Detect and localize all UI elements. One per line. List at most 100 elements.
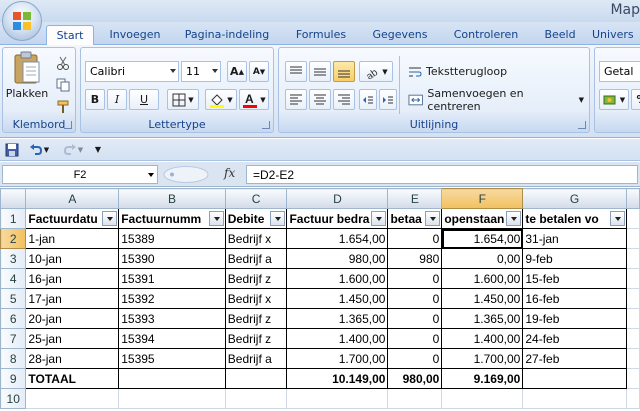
cell[interactable]: 15393 — [118, 308, 226, 329]
tab-beeld[interactable]: Beeld — [536, 25, 584, 45]
merge-center-button[interactable]: Samenvoegen en centreren ▼ — [405, 87, 585, 113]
cell[interactable]: 15395 — [118, 348, 226, 369]
cell[interactable] — [118, 368, 226, 389]
cell[interactable]: 0 — [387, 228, 443, 249]
align-bottom-button[interactable] — [333, 61, 355, 82]
alignment-dialog-launcher[interactable] — [578, 121, 586, 129]
cell[interactable]: 1.365,00 — [441, 308, 524, 329]
cell[interactable] — [522, 388, 627, 409]
filter-dropdown-icon[interactable] — [371, 211, 387, 226]
format-painter-button[interactable] — [53, 96, 73, 117]
cell[interactable]: 1.365,00 — [286, 308, 389, 329]
decrease-indent-button[interactable] — [359, 89, 377, 110]
header-cell[interactable]: Debite — [224, 208, 288, 229]
filter-dropdown-icon[interactable] — [102, 211, 118, 226]
cell[interactable]: 15389 — [118, 228, 226, 249]
cell[interactable]: 0 — [387, 268, 443, 289]
cell[interactable]: 980 — [387, 248, 443, 269]
column-header-d[interactable]: D — [286, 188, 389, 209]
filter-dropdown-icon[interactable] — [425, 211, 441, 226]
cell[interactable] — [625, 308, 640, 329]
cell[interactable] — [25, 388, 120, 409]
underline-button[interactable]: U — [129, 89, 159, 110]
cell[interactable]: 15390 — [118, 248, 226, 269]
name-box[interactable]: F2 — [2, 165, 158, 184]
total-label-cell[interactable]: TOTAAL — [25, 368, 120, 389]
cell[interactable] — [441, 388, 524, 409]
column-header-b[interactable]: B — [118, 188, 226, 209]
filter-dropdown-icon[interactable] — [609, 211, 625, 226]
borders-button[interactable]: ▼ — [167, 89, 199, 110]
cell[interactable]: 0 — [387, 308, 443, 329]
wrap-text-button[interactable]: Tekstterugloop — [405, 61, 513, 82]
cell[interactable]: 27-feb — [522, 348, 627, 369]
cell[interactable]: Bedrijf a — [224, 348, 288, 369]
row-header[interactable]: 3 — [0, 248, 27, 269]
fill-color-button[interactable]: ▼ — [205, 89, 237, 110]
cell[interactable]: 20-jan — [25, 308, 120, 329]
tab-gegevens[interactable]: Gegevens — [364, 25, 436, 45]
cell[interactable]: 0,00 — [441, 248, 524, 269]
cell[interactable] — [522, 368, 627, 389]
cell[interactable] — [224, 368, 288, 389]
cut-button[interactable] — [53, 52, 73, 73]
paste-button[interactable]: Plakken — [5, 50, 49, 112]
cell[interactable]: 1.400,00 — [441, 328, 524, 349]
filter-dropdown-icon[interactable] — [506, 211, 522, 226]
cell[interactable]: 0 — [387, 348, 443, 369]
row-header[interactable]: 8 — [0, 348, 27, 369]
font-name-combo[interactable]: Calibri — [85, 61, 179, 82]
tab-controleren[interactable]: Controleren — [444, 25, 528, 45]
tab-invoegen[interactable]: Invoegen — [102, 25, 168, 45]
customize-qat-button[interactable]: ▼ — [92, 140, 104, 159]
select-all-corner[interactable] — [0, 188, 27, 209]
shrink-font-button[interactable]: A ▼ — [249, 61, 269, 82]
row-header[interactable]: 5 — [0, 288, 27, 309]
office-button[interactable] — [2, 1, 42, 41]
align-left-button[interactable] — [285, 89, 307, 110]
cell[interactable] — [625, 288, 640, 309]
redo-button[interactable]: ▼ — [58, 140, 88, 159]
row-header[interactable]: 9 — [0, 368, 27, 389]
cell[interactable] — [625, 248, 640, 269]
cell[interactable]: 1.600,00 — [286, 268, 389, 289]
insert-function-icon[interactable]: fx — [224, 166, 235, 180]
italic-button[interactable]: I — [107, 89, 127, 110]
cell[interactable]: 1.450,00 — [441, 288, 524, 309]
cell[interactable]: 9-feb — [522, 248, 627, 269]
cell[interactable]: 1.400,00 — [286, 328, 389, 349]
tab-universal[interactable]: Univers — [592, 25, 640, 45]
total-cell[interactable]: 980,00 — [387, 368, 443, 389]
column-header-e[interactable]: E — [387, 188, 443, 209]
number-format-combo[interactable]: Getal — [599, 61, 640, 82]
cell[interactable]: Bedrijf z — [224, 308, 288, 329]
cell[interactable] — [224, 388, 288, 409]
total-cell[interactable]: 9.169,00 — [441, 368, 524, 389]
grow-font-button[interactable]: A ▲ — [227, 61, 247, 82]
cell[interactable] — [625, 228, 640, 249]
cell[interactable]: Bedrijf x — [224, 288, 288, 309]
cell[interactable] — [118, 388, 226, 409]
cell[interactable] — [625, 388, 640, 409]
cell[interactable]: 15394 — [118, 328, 226, 349]
cell[interactable]: 15-feb — [522, 268, 627, 289]
clipboard-dialog-launcher[interactable] — [64, 121, 72, 129]
column-header-g[interactable]: G — [522, 188, 627, 209]
cell[interactable]: 1.654,00 — [286, 228, 389, 249]
cell[interactable]: 16-feb — [522, 288, 627, 309]
cell[interactable]: 28-jan — [25, 348, 120, 369]
cell[interactable]: 10-jan — [25, 248, 120, 269]
cell[interactable]: 15391 — [118, 268, 226, 289]
tab-formules[interactable]: Formules — [288, 25, 354, 45]
total-cell[interactable]: 10.149,00 — [286, 368, 389, 389]
header-cell[interactable]: te betalen vo — [522, 208, 627, 229]
row-header[interactable]: 7 — [0, 328, 27, 349]
cell[interactable]: 19-feb — [522, 308, 627, 329]
increase-indent-button[interactable] — [379, 89, 397, 110]
tab-start[interactable]: Start — [46, 25, 94, 45]
cell[interactable]: Bedrijf z — [224, 328, 288, 349]
accounting-format-button[interactable]: ▼ — [599, 89, 629, 110]
cell[interactable] — [625, 328, 640, 349]
active-cell[interactable]: 1.654,00 — [441, 228, 524, 249]
row-header[interactable]: 6 — [0, 308, 27, 329]
